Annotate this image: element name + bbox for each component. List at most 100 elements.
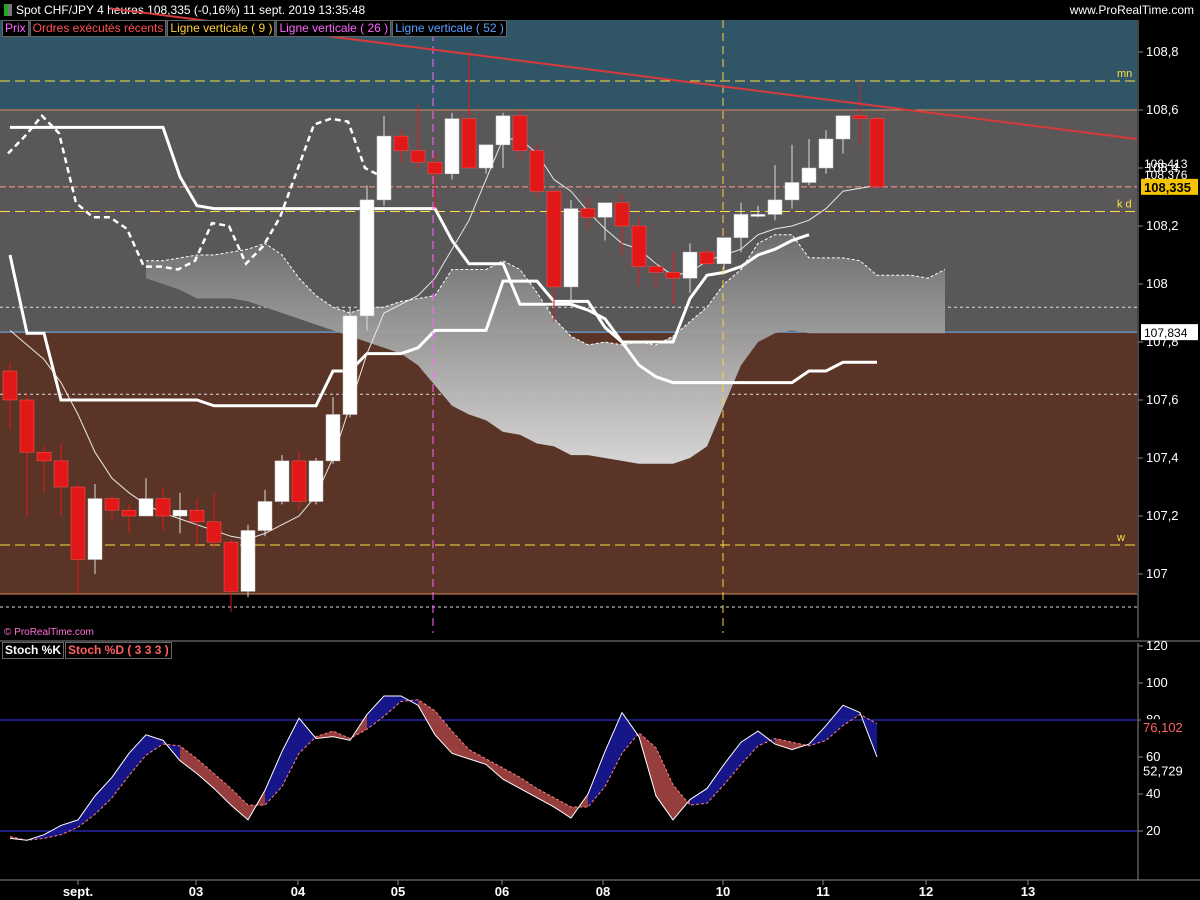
- bullish-candle-body: [682, 251, 698, 279]
- bearish-candle-body: [529, 150, 545, 192]
- candle: [444, 112, 460, 180]
- price-tick-label: 107,2: [1146, 508, 1179, 523]
- bearish-candle-body: [53, 460, 69, 488]
- legend-prix[interactable]: Prix: [2, 20, 29, 37]
- stoch-k-value-label: 52,729: [1143, 763, 1183, 778]
- bearish-candle-body: [580, 208, 596, 218]
- price-tick-label: 108,8: [1146, 44, 1179, 59]
- candle: [291, 452, 307, 511]
- stoch-fill-segment: [690, 788, 707, 806]
- stoch-fill-segment: [384, 695, 401, 717]
- price-tick-label: 107,6: [1146, 392, 1179, 407]
- price-chart-svg[interactable]: mnk dw108,8108,6108,4108,2108107,8107,61…: [0, 0, 1200, 900]
- bullish-candle-body: [240, 530, 256, 592]
- bearish-candle-body: [631, 225, 647, 267]
- bullish-candle-body: [835, 115, 851, 140]
- x-tick-label: 03: [189, 884, 203, 899]
- bullish-candle-body: [818, 138, 834, 169]
- bullish-candle-body: [563, 208, 579, 288]
- stoch-tick-label: 60: [1146, 749, 1160, 764]
- stoch-fill-segment: [656, 747, 673, 820]
- bullish-candle-body: [716, 237, 732, 264]
- stoch-fill-segment: [214, 773, 231, 806]
- bullish-candle-body: [172, 509, 188, 517]
- bullish-candle-body: [750, 214, 766, 217]
- bullish-candle-body: [359, 199, 375, 317]
- candle: [563, 199, 579, 302]
- stoch-fill-segment: [503, 768, 520, 789]
- stoch-fill-segment: [707, 764, 724, 804]
- bullish-candle-body: [784, 182, 800, 201]
- stoch-k-line: [9, 695, 878, 841]
- x-tick-label: sept.: [63, 884, 93, 899]
- legend-stoch-d[interactable]: Stoch %D ( 3 3 3 ): [65, 642, 172, 659]
- bullish-candle-body: [376, 135, 392, 201]
- stoch-fill-segment: [486, 758, 503, 780]
- x-tick-label: 11: [816, 884, 830, 899]
- bullish-candle-body: [274, 460, 290, 502]
- stoch-fill-segment: [724, 742, 741, 785]
- stoch-fill-segment: [367, 695, 384, 730]
- candle: [308, 458, 324, 505]
- stoch-fill-segment: [843, 705, 860, 726]
- stoch-fill-segment: [231, 788, 248, 820]
- bearish-candle-body: [699, 251, 715, 264]
- bearish-candle-body: [648, 266, 664, 273]
- bearish-candle-body: [104, 498, 120, 511]
- bullish-candle-body: [801, 167, 817, 183]
- bearish-candle-body: [223, 541, 239, 592]
- legend-ordres[interactable]: Ordres exécutés récents: [29, 20, 167, 37]
- bullish-candle-body: [257, 501, 273, 531]
- stoch-tick-label: 100: [1146, 675, 1168, 690]
- price-tick-label: 108: [1146, 276, 1168, 291]
- bearish-candle-body: [291, 460, 307, 502]
- candle: [342, 307, 358, 418]
- support-price-label: 107,834: [1144, 326, 1188, 340]
- stoch-tick-label: 120: [1146, 638, 1168, 653]
- stoch-fill-segment: [197, 758, 214, 789]
- candle: [869, 115, 885, 189]
- legend-ligne-9[interactable]: Ligne verticale ( 9 ): [167, 20, 276, 37]
- stoch-tick-label: 20: [1146, 823, 1160, 838]
- bullish-candle-body: [597, 202, 613, 218]
- candle: [529, 144, 545, 197]
- bearish-candle-body: [393, 135, 409, 151]
- stoch-fill-segment: [605, 712, 622, 787]
- legend-ligne-52[interactable]: Ligne verticale ( 52 ): [392, 20, 507, 37]
- stoch-fill-segment: [180, 745, 197, 774]
- current-price-label: 108,335: [1144, 180, 1191, 195]
- bearish-candle-body: [189, 509, 205, 523]
- stoch-fill-segment: [537, 788, 554, 807]
- bearish-candle-body: [427, 161, 443, 175]
- bullish-candle-body: [495, 115, 511, 146]
- bearish-candle-body: [70, 486, 86, 560]
- price-tick-label: 108,2: [1146, 218, 1179, 233]
- x-tick-label: 04: [291, 884, 306, 899]
- bearish-candle-body: [36, 451, 52, 462]
- price-tick-label: 108,6: [1146, 102, 1179, 117]
- bearish-candle-body: [512, 115, 528, 151]
- stoch-fill-segment: [520, 777, 537, 798]
- stoch-fill-segment: [61, 819, 78, 835]
- x-tick-label: 13: [1021, 884, 1035, 899]
- candle: [240, 524, 256, 598]
- bearish-candle-body: [410, 150, 426, 163]
- stoch-fill-segment: [112, 753, 129, 798]
- bullish-candle-body: [308, 460, 324, 502]
- stoch-tick-label: 40: [1146, 786, 1160, 801]
- stoch-fill-segment: [78, 795, 95, 828]
- candle: [359, 185, 375, 331]
- legend-ligne-26[interactable]: Ligne verticale ( 26 ): [276, 20, 392, 37]
- bearish-candle-body: [665, 272, 681, 279]
- stoch-d-line: [9, 699, 878, 841]
- bearish-candle-body: [155, 498, 171, 517]
- legend-stoch-k[interactable]: Stoch %K: [2, 642, 65, 659]
- stoch-fill-segment: [588, 751, 605, 807]
- bearish-candle-body: [206, 521, 222, 543]
- bearish-candle-body: [2, 370, 18, 401]
- stoch-fill-segment: [452, 731, 469, 759]
- bullish-candle-body: [87, 498, 103, 560]
- x-tick-label: 05: [391, 884, 405, 899]
- x-tick-label: 10: [716, 884, 730, 899]
- bearish-candle-body: [461, 118, 477, 169]
